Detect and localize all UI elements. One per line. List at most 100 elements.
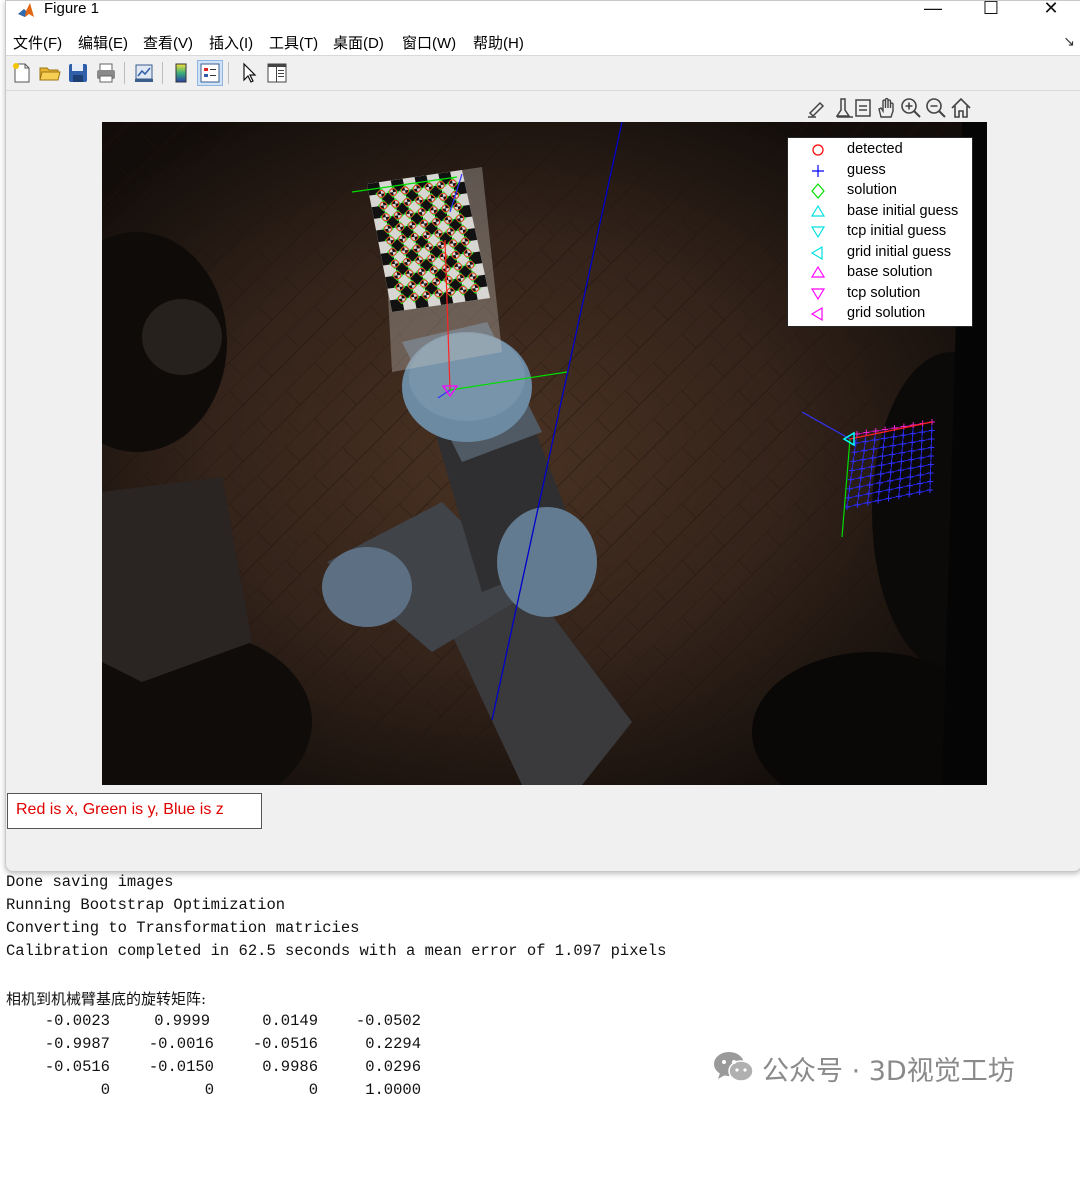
menu-insert[interactable]: 插入(I) bbox=[209, 32, 253, 53]
plot-legend[interactable]: detected guess solution base initial gue… bbox=[787, 137, 973, 327]
matrix-cell: 1.0000 bbox=[365, 1081, 421, 1099]
menu-bar: 文件(F) 编辑(E) 查看(V) 插入(I) 工具(T) 桌面(D) 窗口(W… bbox=[6, 27, 1080, 55]
legend-label: grid solution bbox=[847, 305, 926, 321]
matrix-cell: 0 bbox=[100, 1081, 110, 1099]
checker-square bbox=[409, 211, 425, 226]
menu-file[interactable]: 文件(F) bbox=[13, 32, 62, 53]
checker-square bbox=[376, 228, 391, 243]
console-line: Running Bootstrap Optimization bbox=[6, 896, 286, 914]
title-bar[interactable]: Figure 1 — ☐ ✕ bbox=[6, 1, 1080, 27]
window-title: Figure 1 bbox=[44, 0, 100, 17]
diamond-marker-icon bbox=[811, 183, 825, 199]
console-line: Converting to Transformation matricies bbox=[6, 919, 360, 937]
checker-square bbox=[405, 188, 420, 203]
legend-entry: grid initial guess bbox=[788, 243, 972, 263]
brush-icon[interactable] bbox=[805, 96, 829, 120]
triangle-up-marker-icon bbox=[810, 265, 826, 278]
figure-window: Figure 1 — ☐ ✕ 文件(F) 编辑(E) 查看(V) 插入(I) 工… bbox=[5, 0, 1080, 872]
toolbar-separator bbox=[124, 62, 125, 84]
menu-desktop[interactable]: 桌面(D) bbox=[333, 32, 384, 53]
figure-toolbar bbox=[6, 55, 1080, 91]
axis-color-annotation[interactable]: Red is x, Green is y, Blue is z bbox=[7, 793, 262, 829]
menu-view[interactable]: 查看(V) bbox=[143, 32, 193, 53]
triangle-left-marker-icon bbox=[810, 245, 823, 261]
checker-square bbox=[433, 208, 449, 222]
matrix-cell: 0.9999 bbox=[154, 1012, 210, 1030]
menu-edit[interactable]: 编辑(E) bbox=[78, 32, 128, 53]
checker-square bbox=[467, 251, 483, 265]
edit-plot-icon[interactable] bbox=[237, 61, 261, 85]
checker-square bbox=[452, 181, 468, 196]
checker-square bbox=[462, 228, 478, 242]
matrix-cell: 0.0149 bbox=[262, 1012, 318, 1030]
matrix-cell: -0.0516 bbox=[44, 1058, 110, 1076]
property-inspector-icon[interactable] bbox=[265, 61, 289, 85]
matrix-cell: 0.9986 bbox=[262, 1058, 318, 1076]
insert-legend-icon[interactable] bbox=[197, 60, 223, 86]
checker-square bbox=[443, 195, 458, 209]
legend-entry: base solution bbox=[788, 263, 972, 283]
checker-square bbox=[385, 275, 400, 289]
checker-square bbox=[458, 264, 473, 279]
new-figure-icon[interactable] bbox=[10, 61, 34, 85]
checker-square bbox=[399, 285, 415, 299]
legend-label: guess bbox=[847, 162, 886, 178]
close-button[interactable]: ✕ bbox=[1028, 1, 1074, 24]
watermark-text: 公众号 · 3D视觉工坊 bbox=[762, 1056, 1015, 1087]
print-icon[interactable] bbox=[94, 61, 118, 85]
checker-square bbox=[428, 245, 444, 259]
annotation-text: Red is x, Green is y, Blue is z bbox=[16, 801, 224, 818]
matrix-cell: -0.0023 bbox=[44, 1012, 110, 1030]
toolbar-separator bbox=[162, 62, 163, 84]
matrix-cell: -0.0516 bbox=[252, 1035, 318, 1053]
zoom-in-icon[interactable] bbox=[899, 96, 923, 120]
triangle-left-marker-icon bbox=[810, 306, 823, 322]
legend-entry: tcp solution bbox=[788, 284, 972, 304]
checker-square bbox=[414, 295, 429, 309]
insert-colorbar-icon[interactable] bbox=[169, 61, 193, 85]
checker-square bbox=[448, 278, 464, 292]
menu-window[interactable]: 窗口(W) bbox=[402, 32, 456, 53]
matrix-cell: -0.0150 bbox=[148, 1058, 214, 1076]
menu-tools[interactable]: 工具(T) bbox=[269, 32, 318, 53]
checker-square bbox=[414, 235, 429, 249]
checker-square bbox=[381, 192, 396, 206]
open-file-icon[interactable] bbox=[38, 61, 62, 85]
maximize-button[interactable]: ☐ bbox=[968, 1, 1014, 24]
pan-hand-icon[interactable] bbox=[874, 96, 898, 120]
checker-square bbox=[463, 288, 478, 302]
data-cursor-icon[interactable] bbox=[851, 96, 875, 120]
home-icon[interactable] bbox=[949, 96, 973, 120]
checker-square bbox=[390, 238, 405, 253]
checker-square bbox=[380, 252, 396, 266]
menu-help[interactable]: 帮助(H) bbox=[473, 32, 524, 53]
toolbar-dock-icon[interactable]: ↘ bbox=[1063, 33, 1075, 50]
link-plot-icon[interactable] bbox=[132, 61, 156, 85]
checker-square bbox=[409, 271, 424, 286]
matrix-cell: 0.2294 bbox=[365, 1035, 421, 1053]
legend-entry: solution bbox=[788, 181, 972, 201]
legend-label: tcp solution bbox=[847, 285, 921, 301]
checker-square bbox=[419, 258, 434, 272]
plus-marker-icon bbox=[812, 165, 824, 177]
matrix-cell: 0 bbox=[204, 1081, 214, 1099]
minimize-button[interactable]: — bbox=[910, 1, 956, 24]
checker-square bbox=[428, 185, 444, 199]
zoom-out-icon[interactable] bbox=[924, 96, 948, 120]
matrix-cell: -0.0502 bbox=[355, 1012, 421, 1030]
circle-marker-icon bbox=[812, 144, 824, 156]
legend-label: solution bbox=[847, 182, 897, 198]
matrix-cell: 0 bbox=[308, 1081, 318, 1099]
save-icon[interactable] bbox=[66, 61, 90, 85]
legend-entry: detected bbox=[788, 140, 972, 160]
legend-entry: grid solution bbox=[788, 304, 972, 324]
triangle-up-marker-icon bbox=[810, 204, 826, 217]
checker-square bbox=[389, 298, 405, 312]
toolbar-separator bbox=[228, 62, 229, 84]
checker-square bbox=[457, 204, 473, 219]
checker-square bbox=[385, 215, 401, 229]
matrix-cell: 0.0296 bbox=[365, 1058, 421, 1076]
checker-square bbox=[400, 225, 415, 239]
legend-entry: tcp initial guess bbox=[788, 222, 972, 242]
checker-square bbox=[395, 202, 410, 216]
